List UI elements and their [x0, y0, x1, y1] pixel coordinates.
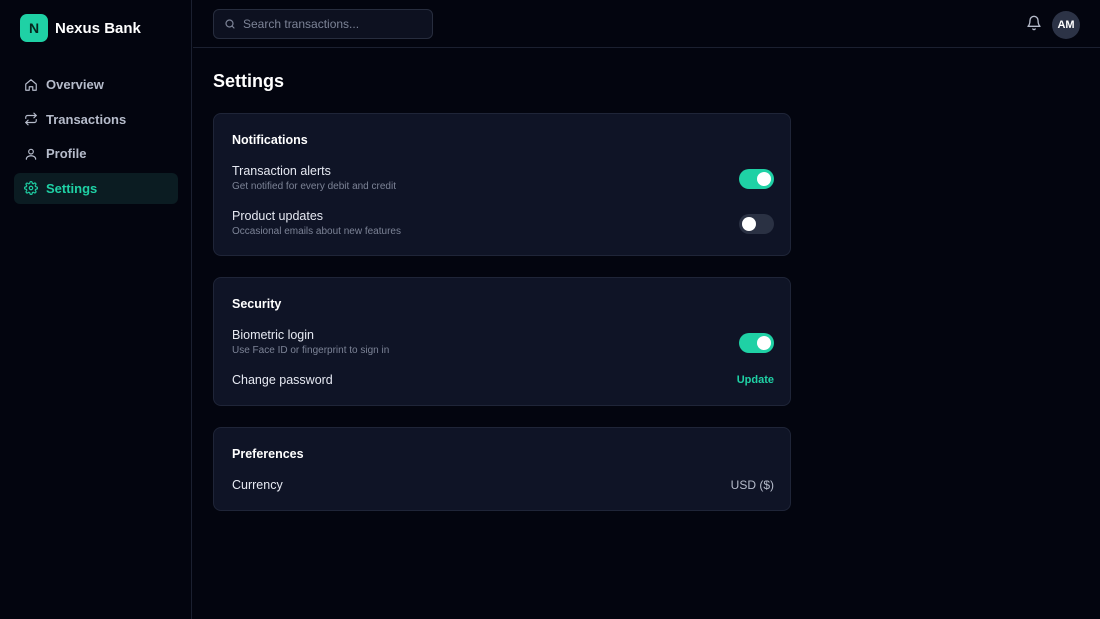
update-password-button[interactable]: Update: [737, 374, 774, 386]
card-title: Preferences: [232, 447, 304, 461]
sidebar-nav: Overview Transactions Profile Settings: [14, 69, 178, 207]
search-box[interactable]: [213, 9, 433, 39]
security-card: Security Biometric login Use Face ID or …: [213, 277, 791, 406]
sidebar-item-label: Profile: [46, 146, 87, 161]
sidebar-item-label: Transactions: [46, 111, 127, 127]
setting-row-product-updates: Product updates Occasional emails about …: [232, 209, 774, 239]
toggle-knob: [757, 172, 771, 186]
app-root: N Nexus Bank Overview Transactions Profi…: [0, 0, 1100, 619]
biometric-login-toggle[interactable]: [739, 333, 774, 353]
sidebar-item-transactions[interactable]: Transactions: [14, 104, 178, 135]
toggle-knob: [757, 336, 771, 350]
search-input[interactable]: [243, 17, 413, 31]
transaction-alerts-toggle[interactable]: [739, 169, 774, 189]
setting-row-change-password: Change password Update: [232, 373, 774, 391]
card-title: Security: [232, 297, 282, 311]
user-icon: [25, 148, 37, 160]
brand-logo: N: [20, 14, 48, 42]
search-icon: [225, 19, 235, 29]
swap-arrows-icon: [25, 112, 37, 126]
sidebar-item-overview[interactable]: Overview: [14, 69, 178, 100]
toggle-knob: [742, 217, 756, 231]
sidebar-item-settings[interactable]: Settings: [14, 172, 178, 204]
setting-row-biometric-login: Biometric login Use Face ID or fingerpri…: [232, 328, 774, 358]
brand-name: Nexus Bank: [55, 19, 141, 37]
notifications-card: Notifications Transaction alerts Get not…: [213, 113, 791, 256]
card-title: Notifications: [232, 133, 308, 147]
sidebar: N Nexus Bank Overview Transactions Profi…: [0, 0, 192, 619]
setting-label: Change password: [232, 373, 333, 387]
topbar: AM: [193, 0, 1100, 48]
setting-description: Occasional emails about new features: [232, 226, 401, 237]
sidebar-item-label: Overview: [46, 77, 104, 92]
product-updates-toggle[interactable]: [739, 214, 774, 234]
currency-value: USD ($): [730, 478, 774, 492]
brand[interactable]: N Nexus Bank: [20, 14, 141, 42]
setting-label: Currency: [232, 478, 283, 492]
sidebar-item-profile[interactable]: Profile: [14, 138, 178, 169]
bell-icon[interactable]: [1026, 15, 1042, 31]
page-title: Settings: [213, 71, 285, 91]
setting-label: Product updates: [232, 209, 324, 223]
setting-row-transaction-alerts: Transaction alerts Get notified for ever…: [232, 164, 774, 194]
setting-description: Use Face ID or fingerprint to sign in: [232, 345, 390, 356]
home-icon: [25, 78, 37, 91]
gear-icon: [24, 181, 38, 195]
setting-label: Biometric login: [232, 328, 314, 342]
setting-description: Get notified for every debit and credit: [232, 181, 396, 192]
setting-label: Transaction alerts: [232, 164, 331, 178]
preferences-card: Preferences Currency USD ($): [213, 427, 791, 511]
avatar[interactable]: AM: [1052, 11, 1080, 39]
sidebar-item-label: Settings: [46, 180, 98, 196]
setting-row-currency[interactable]: Currency USD ($): [232, 478, 774, 496]
